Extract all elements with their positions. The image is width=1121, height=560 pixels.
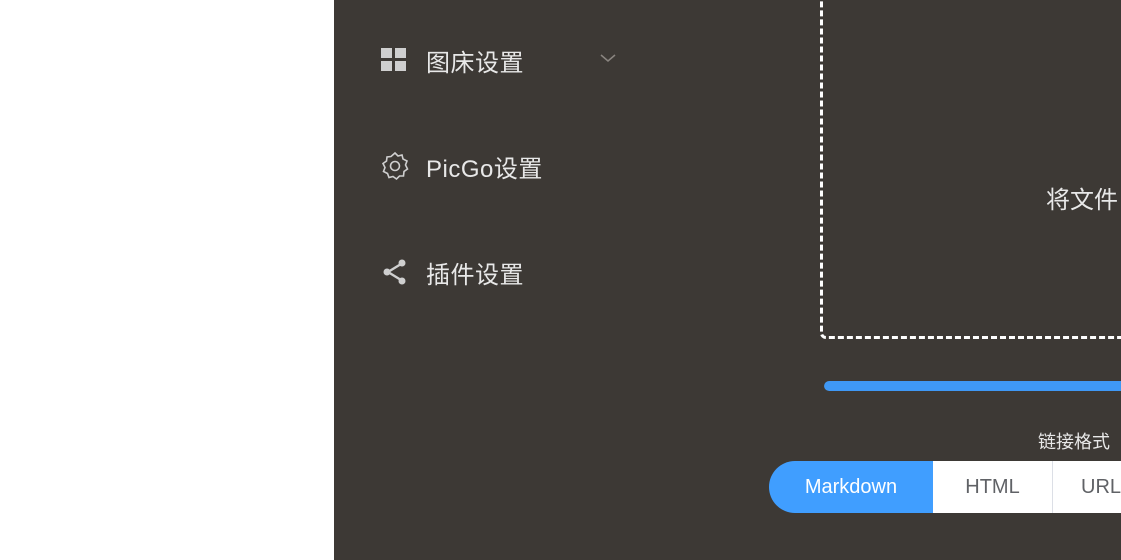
sidebar-item-plugin-settings[interactable]: 插件设置 xyxy=(380,252,524,292)
upload-progress-fill xyxy=(824,381,1121,391)
share-icon xyxy=(380,257,410,287)
drop-zone-text: 将文件 xyxy=(1046,187,1118,214)
sidebar-item-label: 插件设置 xyxy=(426,261,524,289)
sidebar-item-picgo-settings[interactable]: PicGo设置 xyxy=(380,146,543,186)
white-margin xyxy=(0,0,334,560)
format-option-html[interactable]: HTML xyxy=(933,461,1053,513)
link-format-label: 链接格式 xyxy=(1038,432,1110,452)
format-option-url[interactable]: URL xyxy=(1053,461,1121,513)
sidebar-item-label: 图床设置 xyxy=(426,49,524,77)
upload-progress-bar xyxy=(824,381,1121,391)
sidebar-item-label: PicGo设置 xyxy=(426,155,543,183)
sidebar-item-picbed-settings[interactable]: 图床设置 xyxy=(380,40,524,80)
format-option-markdown[interactable]: Markdown xyxy=(769,461,933,513)
chevron-down-icon[interactable] xyxy=(598,48,618,68)
picgo-window: 图床设置 PicGo设置 插件设置 将文件 链接格式 Markdown HTML… xyxy=(334,0,1121,560)
grid-icon xyxy=(380,45,410,75)
gear-icon xyxy=(380,151,410,181)
upload-drop-zone[interactable] xyxy=(820,0,1121,339)
